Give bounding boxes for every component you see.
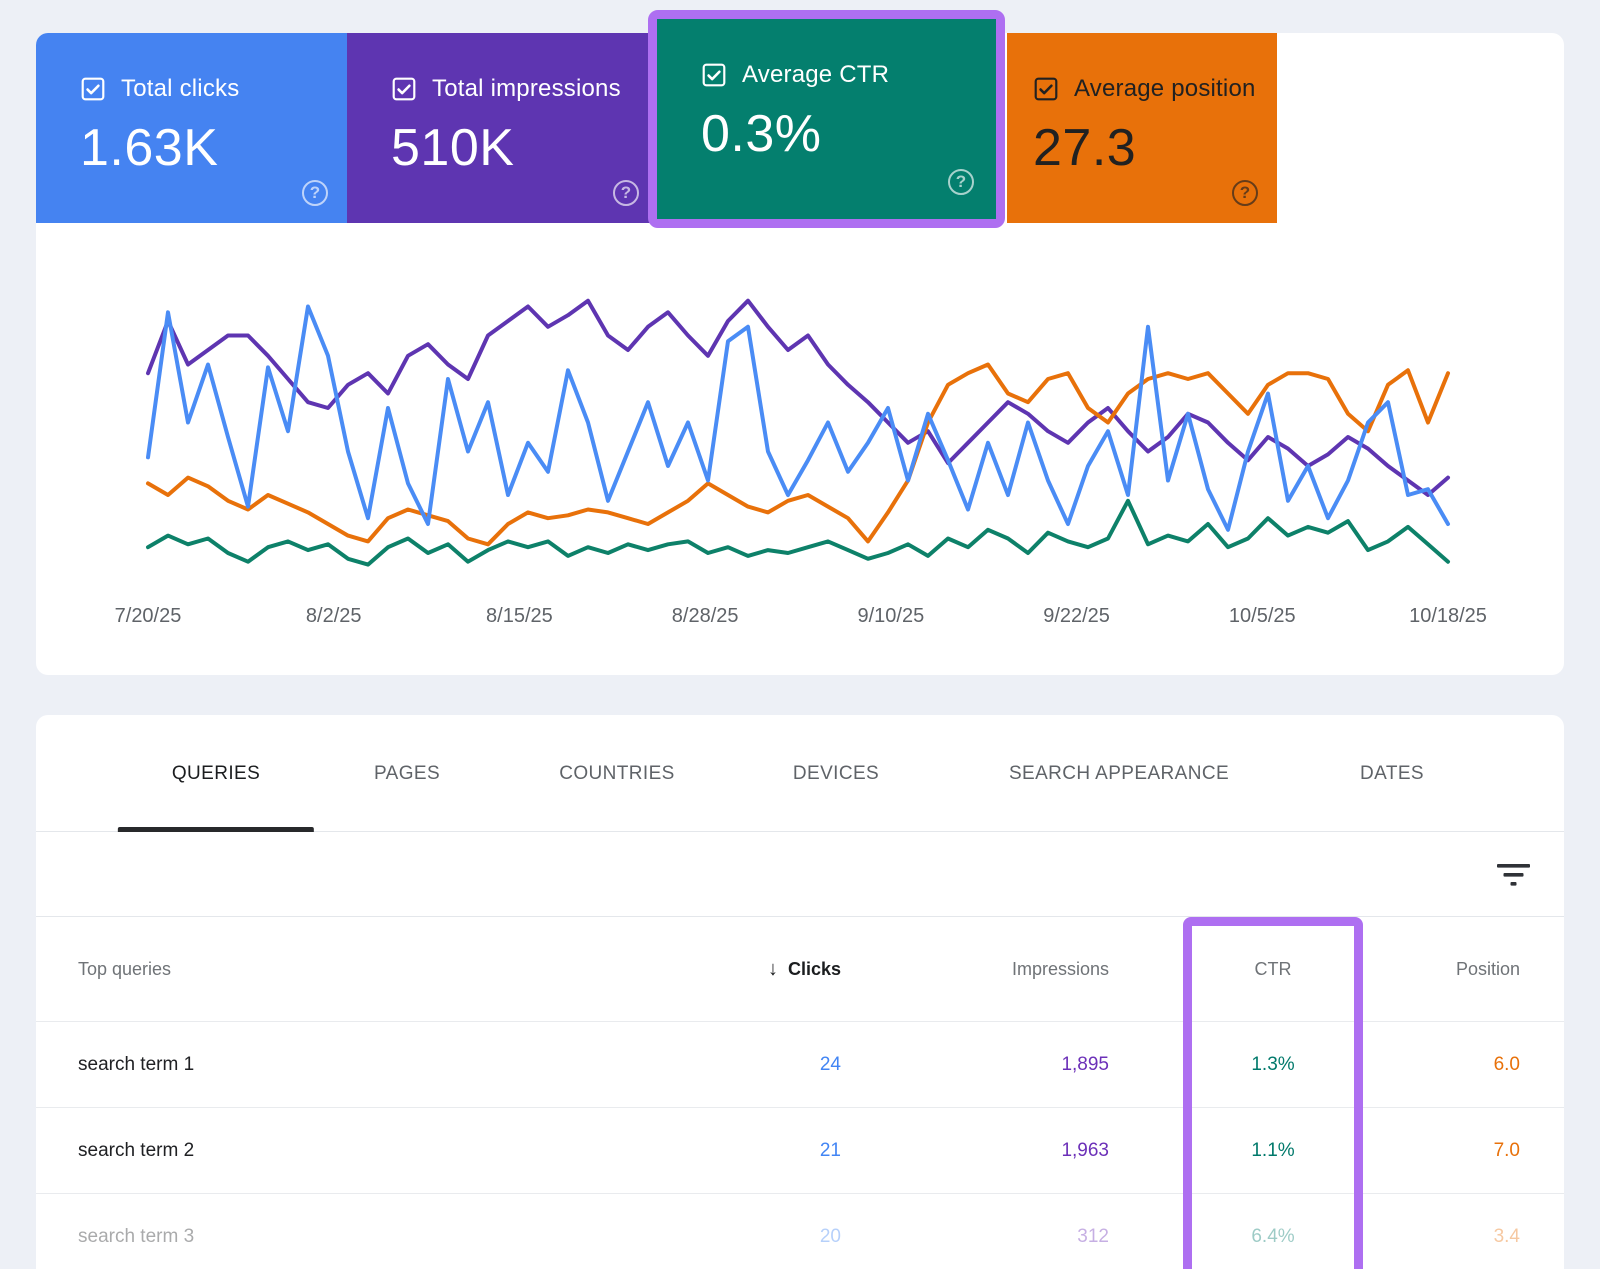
- tab-queries[interactable]: QUERIES: [118, 715, 314, 832]
- filter-list-icon[interactable]: [1494, 856, 1532, 894]
- column-header-top-queries[interactable]: Top queries: [36, 959, 611, 980]
- metric-card-label: Total impressions: [432, 75, 621, 103]
- table-row: search term 2 21 1,963 1.1% 7.0: [36, 1107, 1564, 1193]
- column-header-position[interactable]: Position: [1437, 959, 1520, 980]
- query-cell[interactable]: search term 3: [36, 1226, 611, 1248]
- chart-x-axis-labels: 7/20/25 8/2/25 8/15/25 8/28/25 9/10/25 9…: [148, 605, 1448, 629]
- clicks-cell: 20: [611, 1226, 841, 1248]
- metric-card-value: 27.3: [1033, 118, 1277, 178]
- metric-card-average-position[interactable]: Average position 27.3 ?: [1007, 33, 1277, 223]
- tab-devices[interactable]: DEVICES: [739, 715, 933, 832]
- help-icon[interactable]: ?: [948, 169, 974, 195]
- x-tick: 9/22/25: [1043, 605, 1110, 628]
- metric-cards-row: Total clicks 1.63K ? Total impressions 5…: [36, 33, 1564, 223]
- clicks-cell: 21: [611, 1140, 841, 1162]
- query-cell[interactable]: search term 2: [36, 1140, 611, 1162]
- annotation-highlight-frame-average-ctr: Average CTR 0.3% ?: [648, 10, 1005, 228]
- impressions-cell: 312: [841, 1226, 1109, 1248]
- ctr-cell: 1.3%: [1109, 1054, 1437, 1076]
- column-header-ctr[interactable]: CTR: [1109, 959, 1437, 980]
- help-icon[interactable]: ?: [302, 180, 328, 206]
- position-cell: 7.0: [1437, 1140, 1520, 1162]
- checkbox-checked-icon[interactable]: [391, 76, 417, 102]
- metric-card-total-clicks[interactable]: Total clicks 1.63K ?: [36, 33, 347, 223]
- performance-overview-panel: Total clicks 1.63K ? Total impressions 5…: [36, 33, 1564, 675]
- sort-desc-icon: ↓: [768, 958, 778, 981]
- x-tick: 10/18/25: [1409, 605, 1487, 628]
- x-tick: 7/20/25: [115, 605, 182, 628]
- checkbox-checked-icon[interactable]: [1033, 76, 1059, 102]
- x-tick: 8/28/25: [672, 605, 739, 628]
- position-cell: 3.4: [1437, 1226, 1520, 1248]
- tab-search-appearance[interactable]: SEARCH APPEARANCE: [955, 715, 1283, 832]
- tab-countries[interactable]: COUNTRIES: [505, 715, 729, 832]
- table-toolbar: [36, 832, 1564, 917]
- chart-line-impressions: [148, 301, 1448, 495]
- x-tick: 10/5/25: [1229, 605, 1296, 628]
- metric-card-label: Average CTR: [742, 61, 889, 89]
- x-tick: 8/2/25: [306, 605, 362, 628]
- x-tick: 9/10/25: [857, 605, 924, 628]
- help-icon[interactable]: ?: [613, 180, 639, 206]
- ctr-cell: 1.1%: [1109, 1140, 1437, 1162]
- table-row: search term 1 24 1,895 1.3% 6.0: [36, 1021, 1564, 1107]
- dimensions-table-panel: QUERIES PAGES COUNTRIES DEVICES SEARCH A…: [36, 715, 1564, 1269]
- metric-card-total-impressions[interactable]: Total impressions 510K ?: [347, 33, 658, 223]
- position-cell: 6.0: [1437, 1054, 1520, 1076]
- column-header-clicks[interactable]: ↓ Clicks: [611, 958, 841, 981]
- tab-pages[interactable]: PAGES: [320, 715, 494, 832]
- performance-line-chart: [148, 292, 1448, 582]
- table-row: search term 3 20 312 6.4% 3.4: [36, 1193, 1564, 1269]
- chart-canvas: [148, 292, 1448, 582]
- clicks-cell: 24: [611, 1054, 841, 1076]
- metric-card-value: 510K: [391, 118, 658, 178]
- checkbox-checked-icon[interactable]: [80, 76, 106, 102]
- metric-card-label: Total clicks: [121, 75, 239, 103]
- ctr-cell: 6.4%: [1109, 1226, 1437, 1248]
- column-header-impressions[interactable]: Impressions: [841, 959, 1109, 980]
- tab-dates[interactable]: DATES: [1306, 715, 1478, 832]
- impressions-cell: 1,895: [841, 1054, 1109, 1076]
- impressions-cell: 1,963: [841, 1140, 1109, 1162]
- help-icon[interactable]: ?: [1232, 180, 1258, 206]
- search-performance-report: Total clicks 1.63K ? Total impressions 5…: [0, 0, 1600, 1269]
- metric-card-value: 0.3%: [701, 104, 996, 164]
- dimension-tabs: QUERIES PAGES COUNTRIES DEVICES SEARCH A…: [36, 715, 1564, 832]
- query-cell[interactable]: search term 1: [36, 1054, 611, 1076]
- table-header-row: Top queries ↓ Clicks Impressions CTR Pos…: [36, 917, 1564, 1021]
- x-tick: 8/15/25: [486, 605, 553, 628]
- metric-card-value: 1.63K: [80, 118, 347, 178]
- checkbox-checked-icon[interactable]: [701, 62, 727, 88]
- metric-card-average-ctr[interactable]: Average CTR 0.3% ?: [657, 19, 996, 219]
- metric-card-label: Average position: [1074, 75, 1256, 103]
